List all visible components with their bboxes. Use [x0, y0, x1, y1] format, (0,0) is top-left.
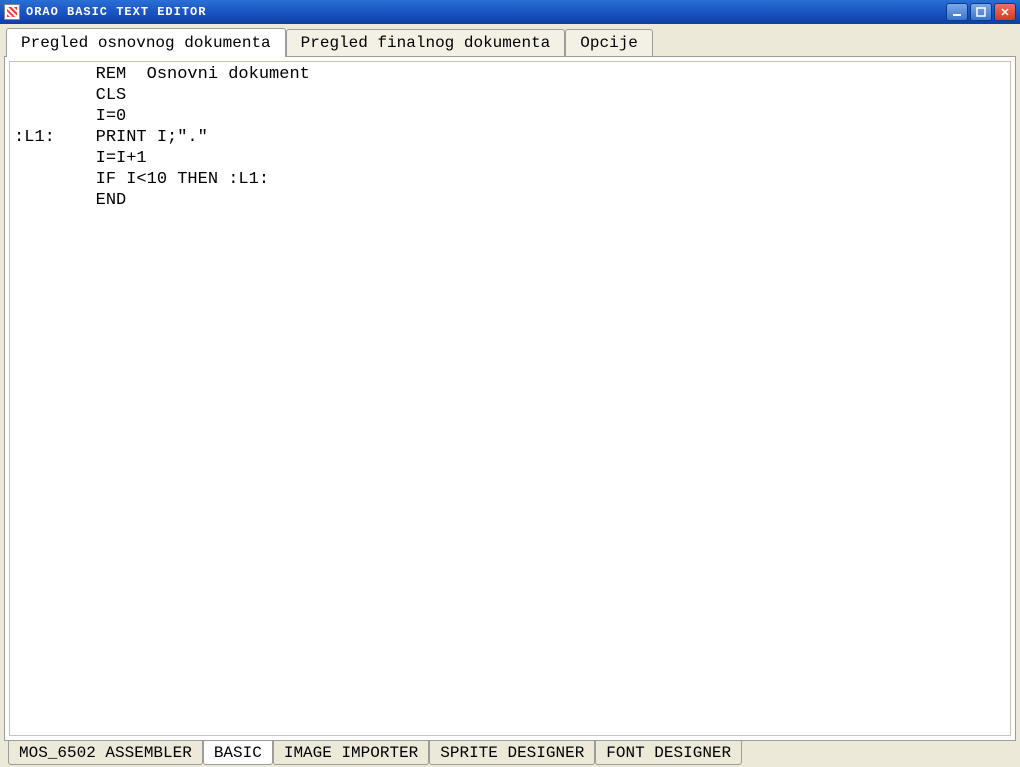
minimize-button[interactable] [946, 3, 968, 21]
tab-pregled-finalnog[interactable]: Pregled finalnog dokumenta [286, 29, 566, 56]
code-editor[interactable] [10, 62, 1010, 735]
tab-label: Pregled osnovnog dokumenta [21, 34, 271, 52]
tab-label: FONT DESIGNER [606, 744, 731, 762]
tab-opcije[interactable]: Opcije [565, 29, 653, 56]
tab-label: SPRITE DESIGNER [440, 744, 584, 762]
editor-inner [9, 61, 1011, 736]
tab-label: Pregled finalnog dokumenta [301, 34, 551, 52]
tab-basic[interactable]: BASIC [203, 741, 273, 765]
titlebar: ORAO BASIC TEXT EDITOR [0, 0, 1020, 24]
bottom-tab-bar: MOS_6502 ASSEMBLER BASIC IMAGE IMPORTER … [4, 741, 1016, 767]
editor-panel [4, 56, 1016, 741]
tab-assembler[interactable]: MOS_6502 ASSEMBLER [8, 741, 203, 765]
maximize-button[interactable] [970, 3, 992, 21]
tab-label: MOS_6502 ASSEMBLER [19, 744, 192, 762]
close-button[interactable] [994, 3, 1016, 21]
tab-pregled-osnovnog[interactable]: Pregled osnovnog dokumenta [6, 28, 286, 57]
tab-font-designer[interactable]: FONT DESIGNER [595, 741, 742, 765]
window-title: ORAO BASIC TEXT EDITOR [26, 5, 946, 19]
tab-label: Opcije [580, 34, 638, 52]
top-tab-bar: Pregled osnovnog dokumenta Pregled final… [4, 30, 1016, 56]
tab-label: BASIC [214, 744, 262, 762]
tab-label: IMAGE IMPORTER [284, 744, 418, 762]
client-area: Pregled osnovnog dokumenta Pregled final… [0, 24, 1020, 767]
tab-image-importer[interactable]: IMAGE IMPORTER [273, 741, 429, 765]
tab-sprite-designer[interactable]: SPRITE DESIGNER [429, 741, 595, 765]
window-controls [946, 3, 1016, 21]
app-icon [4, 4, 20, 20]
